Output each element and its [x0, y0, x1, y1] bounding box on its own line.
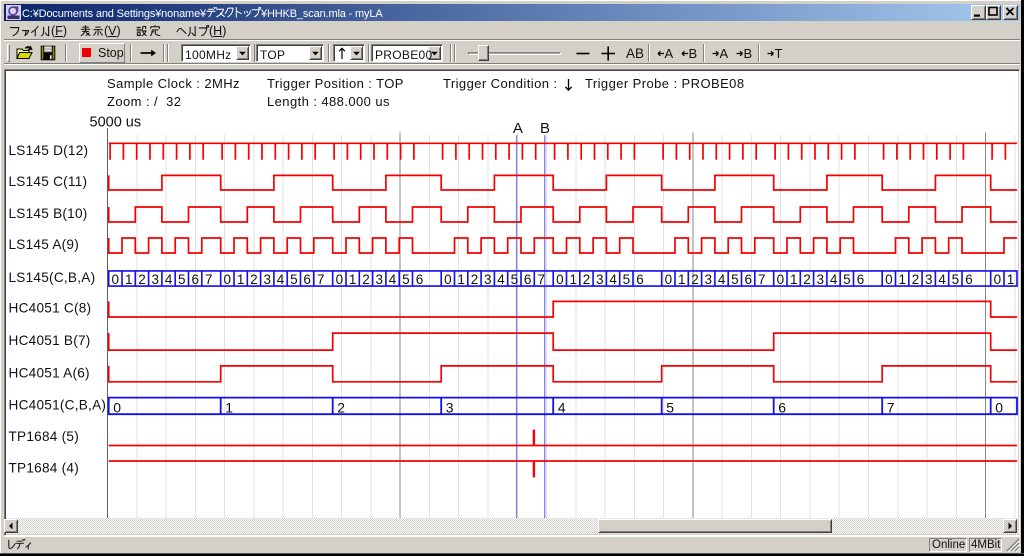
svg-text:0: 0	[777, 272, 785, 287]
svg-text:1: 1	[678, 272, 686, 287]
svg-text:1: 1	[457, 272, 465, 287]
svg-text:B: B	[540, 120, 550, 137]
svg-text:0: 0	[112, 272, 120, 287]
svg-text:6: 6	[303, 272, 311, 287]
svg-text:HC4051(C,B,A): HC4051(C,B,A)	[9, 397, 107, 412]
svg-text:0: 0	[665, 272, 673, 287]
svg-text:0: 0	[444, 272, 452, 287]
svg-text:2: 2	[337, 399, 345, 415]
svg-text:1: 1	[1007, 272, 1015, 287]
svg-text:3: 3	[446, 399, 454, 415]
svg-text:3: 3	[816, 272, 824, 287]
svg-text:7: 7	[758, 272, 766, 287]
svg-text:0: 0	[556, 272, 564, 287]
svg-text:LS145(C,B,A): LS145(C,B,A)	[9, 270, 96, 285]
svg-text:4: 4	[558, 399, 566, 415]
svg-text:2: 2	[912, 272, 920, 287]
svg-text:LS145 A(9): LS145 A(9)	[9, 237, 80, 252]
svg-text:2: 2	[250, 272, 258, 287]
svg-text:HC4051 B(7): HC4051 B(7)	[9, 333, 91, 348]
svg-text:HC4051 A(6): HC4051 A(6)	[9, 365, 90, 380]
svg-text:1: 1	[790, 272, 798, 287]
svg-text:LS145 C(11): LS145 C(11)	[9, 174, 88, 189]
svg-text:6: 6	[778, 399, 786, 415]
svg-text:0: 0	[336, 272, 344, 287]
svg-text:6: 6	[636, 272, 644, 287]
svg-text:6: 6	[744, 272, 752, 287]
svg-text:2: 2	[803, 272, 811, 287]
svg-text:4: 4	[718, 272, 726, 287]
svg-text:4: 4	[277, 272, 285, 287]
svg-text:3: 3	[596, 272, 604, 287]
svg-text:1: 1	[349, 272, 357, 287]
svg-text:5000 us: 5000 us	[90, 114, 142, 130]
svg-text:LS145 B(10): LS145 B(10)	[9, 206, 88, 221]
svg-text:LS145 D(12): LS145 D(12)	[9, 143, 89, 158]
svg-text:3: 3	[151, 272, 159, 287]
svg-text:TP1684 (4): TP1684 (4)	[9, 461, 80, 476]
svg-text:5: 5	[952, 272, 960, 287]
svg-text:3: 3	[375, 272, 383, 287]
svg-text:0: 0	[224, 272, 232, 287]
svg-text:1: 1	[898, 272, 906, 287]
svg-text:4: 4	[938, 272, 946, 287]
svg-text:5: 5	[511, 272, 519, 287]
svg-text:4: 4	[165, 272, 173, 287]
svg-text:2: 2	[691, 272, 699, 287]
svg-text:7: 7	[317, 272, 325, 287]
svg-text:5: 5	[666, 399, 674, 415]
svg-text:0: 0	[113, 399, 121, 415]
svg-text:2: 2	[471, 272, 479, 287]
svg-text:4: 4	[497, 272, 505, 287]
svg-text:7: 7	[538, 272, 546, 287]
svg-text:6: 6	[416, 272, 424, 287]
svg-text:A: A	[513, 120, 523, 137]
svg-text:2: 2	[583, 272, 591, 287]
svg-text:3: 3	[263, 272, 271, 287]
svg-text:2: 2	[138, 272, 146, 287]
svg-text:2: 2	[362, 272, 370, 287]
svg-text:4: 4	[830, 272, 838, 287]
svg-text:4: 4	[609, 272, 617, 287]
svg-text:3: 3	[484, 272, 492, 287]
svg-text:1: 1	[125, 272, 133, 287]
svg-text:6: 6	[191, 272, 199, 287]
svg-text:6: 6	[524, 272, 532, 287]
svg-text:6: 6	[965, 272, 973, 287]
svg-text:7: 7	[205, 272, 213, 287]
svg-text:HC4051 C(8): HC4051 C(8)	[9, 301, 92, 316]
svg-text:0: 0	[994, 272, 1002, 287]
svg-text:1: 1	[569, 272, 577, 287]
svg-text:5: 5	[731, 272, 739, 287]
svg-text:1: 1	[237, 272, 245, 287]
svg-text:5: 5	[843, 272, 851, 287]
svg-text:3: 3	[704, 272, 712, 287]
svg-text:3: 3	[925, 272, 933, 287]
svg-text:5: 5	[402, 272, 410, 287]
svg-text:4: 4	[389, 272, 397, 287]
svg-text:5: 5	[623, 272, 631, 287]
svg-text:5: 5	[290, 272, 298, 287]
svg-text:0: 0	[885, 272, 893, 287]
svg-text:5: 5	[178, 272, 186, 287]
svg-text:0: 0	[995, 399, 1003, 415]
svg-text:7: 7	[887, 399, 895, 415]
svg-text:TP1684 (5): TP1684 (5)	[9, 429, 80, 444]
svg-text:6: 6	[857, 272, 865, 287]
svg-text:1: 1	[225, 399, 233, 415]
